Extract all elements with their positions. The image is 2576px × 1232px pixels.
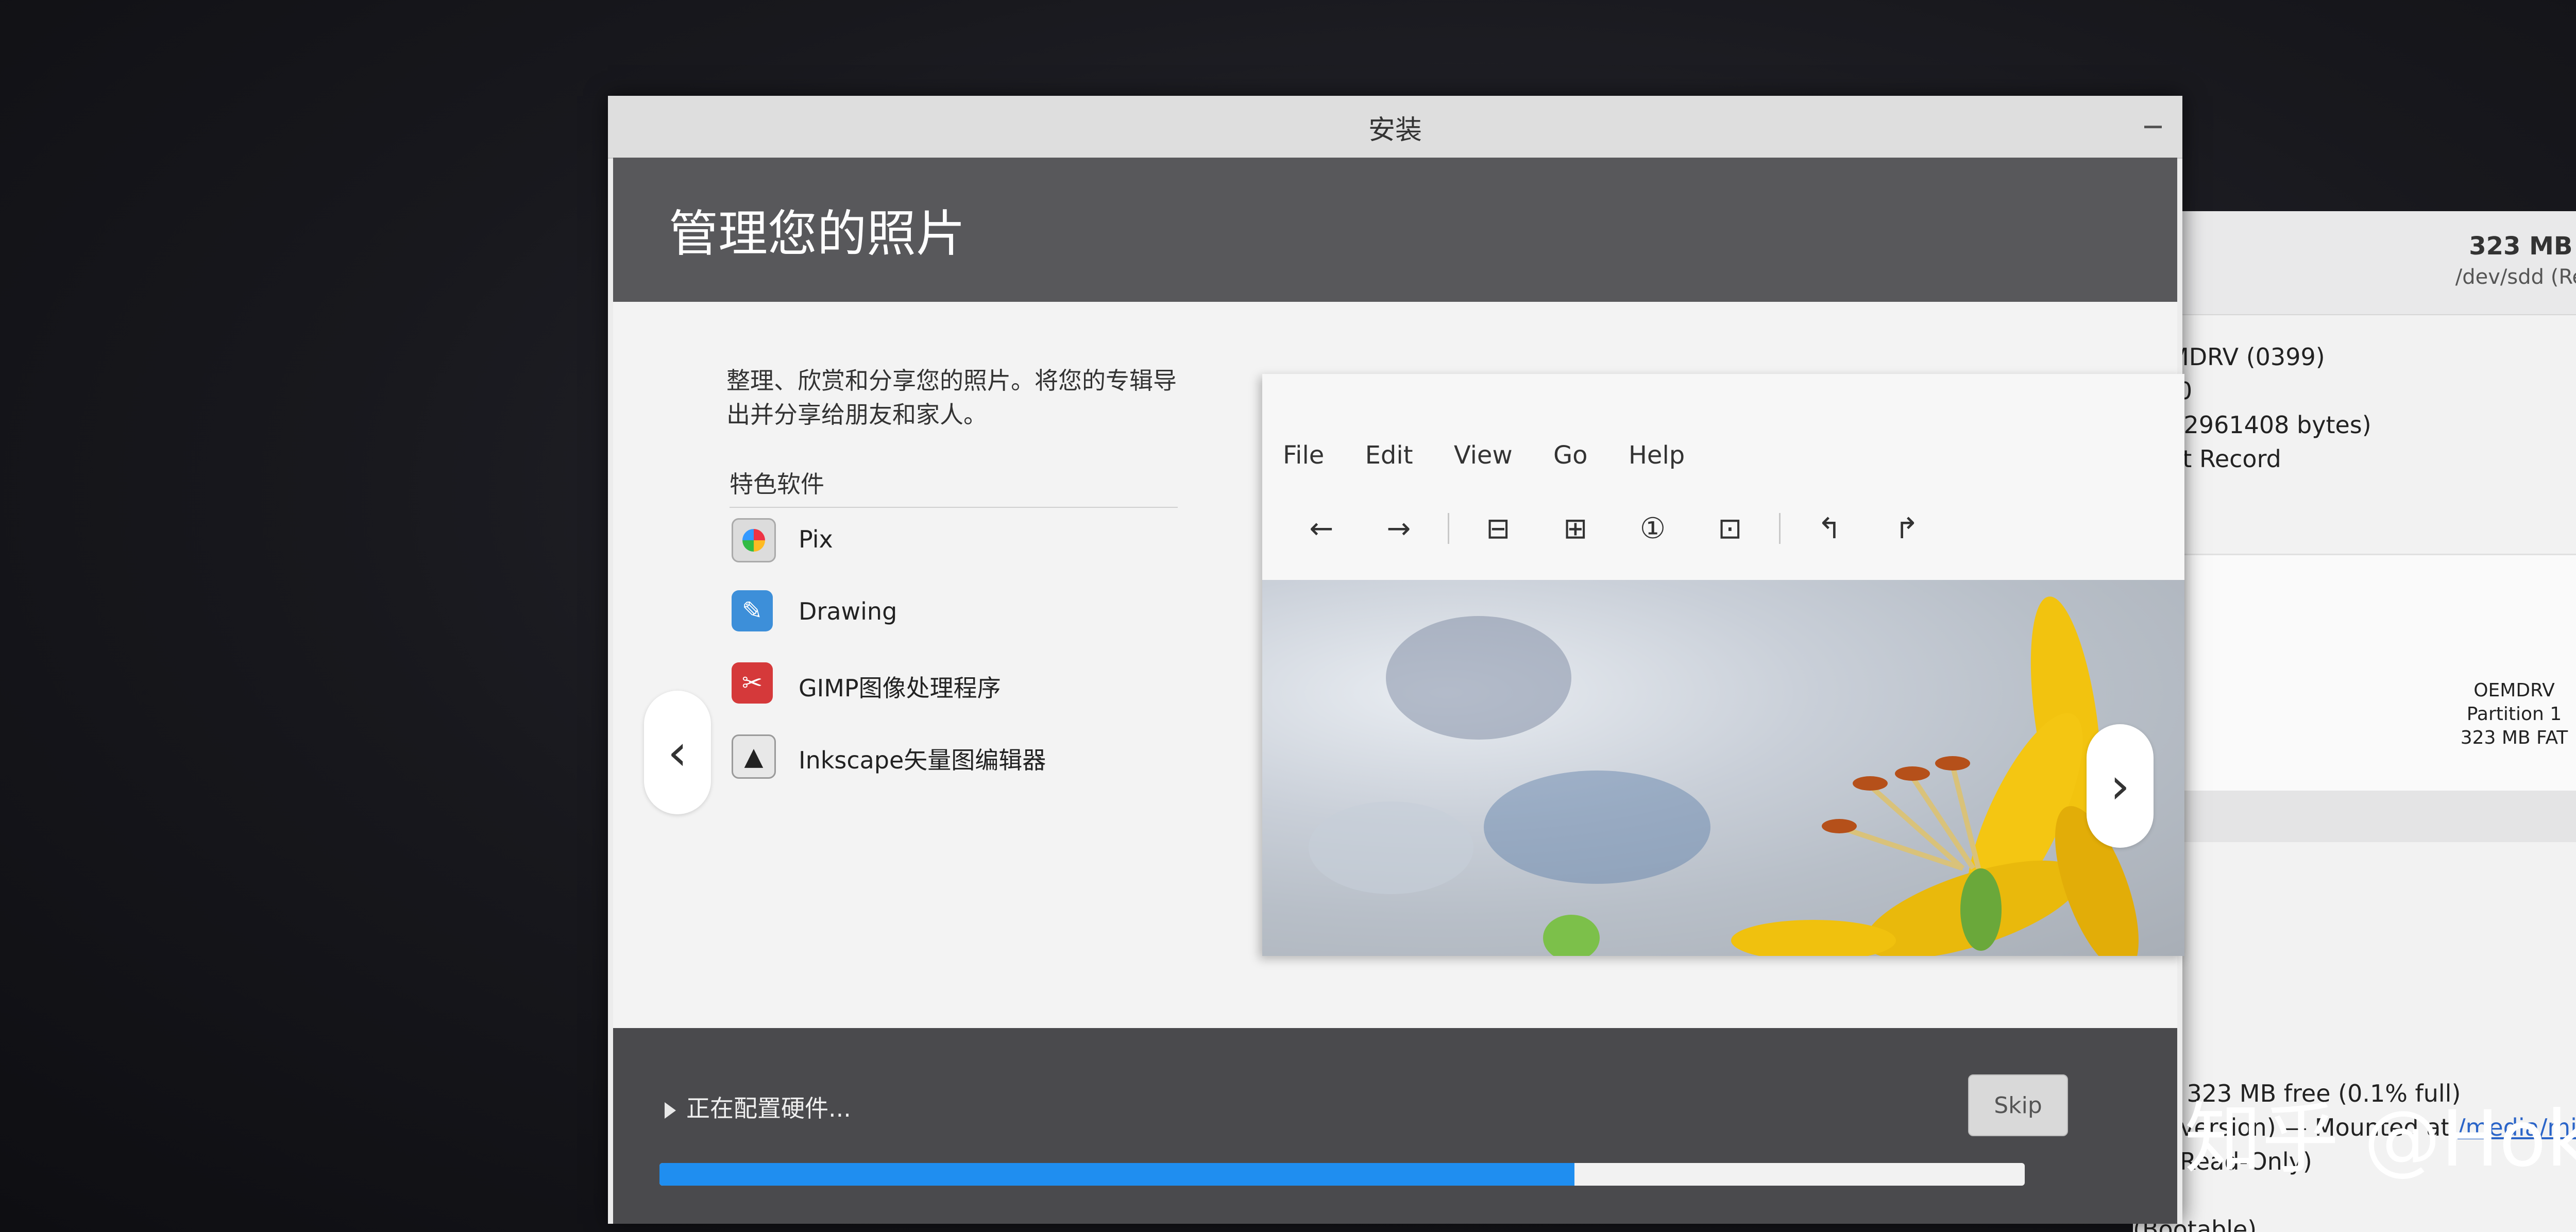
menu-help: Help <box>1628 441 1685 470</box>
partition-number: Partition 1 <box>2466 704 2562 725</box>
zoom-normal-icon: ① <box>1639 511 1666 545</box>
drive-info-line: 8-0 <box>2154 374 2371 408</box>
drive-title: 323 MB Drive <box>2469 232 2576 261</box>
slide-content: 整理、欣赏和分享您的照片。将您的专辑导出并分享给朋友和家人。 特色软件 Pix … <box>613 302 2184 1028</box>
app-label: GIMP图像处理程序 <box>799 674 1001 702</box>
progress-fill <box>659 1163 1574 1186</box>
partition-block[interactable]: OEMDRV Partition 1 323 MB FAT <box>2432 679 2576 750</box>
back-arrow-icon: ← <box>1309 511 1334 545</box>
toolbar-separator <box>1779 513 1781 544</box>
chevron-right-icon: › <box>2110 757 2130 815</box>
zoom-fit-icon: ⊡ <box>1718 511 1742 545</box>
expand-triangle-icon[interactable] <box>665 1102 676 1119</box>
toolbar-separator <box>1448 513 1449 544</box>
chevron-left-icon: ‹ <box>667 724 688 781</box>
slide-banner: 管理您的照片 <box>613 158 2177 302</box>
status-text: 正在配置硬件... <box>686 1094 851 1122</box>
drive-info: EMDRV (0399) 8-0 322961408 bytes) oot Re… <box>2154 340 2371 476</box>
app-label: Pix <box>799 525 833 553</box>
disks-header: 323 MB Drive /dev/sdd (Read-Only <box>2133 211 2576 315</box>
drive-info-line: oot Record <box>2154 445 2281 473</box>
pix-icon <box>732 518 776 562</box>
app-screenshot-preview: File Edit View Go Help ← → ⊟ ⊞ ① ⊡ ↰ ↱ <box>1262 374 2184 956</box>
lily-illustration <box>1309 596 2139 956</box>
volume-toolbar <box>2133 791 2576 842</box>
rotate-left-icon: ↰ <box>1817 511 1842 545</box>
window-title: 安装 <box>1368 115 1422 146</box>
drawing-icon: ✎ <box>732 590 773 631</box>
preview-menubar: File Edit View Go Help <box>1283 441 1718 470</box>
app-label: Drawing <box>799 597 897 625</box>
forward-arrow-icon: → <box>1386 511 1411 545</box>
menu-go: Go <box>1553 441 1588 470</box>
partition-size: 323 MB FAT <box>2460 727 2568 748</box>
preview-toolbar: ← → ⊟ ⊞ ① ⊡ ↰ ↱ <box>1283 508 1945 549</box>
gimp-icon: ✂ <box>732 662 773 704</box>
featured-software-label: 特色软件 <box>730 466 1178 508</box>
slide-description: 整理、欣赏和分享您的照片。将您的专辑导出并分享给朋友和家人。 <box>726 367 1177 429</box>
volume-info-line: (Bootable) <box>2133 1216 2257 1232</box>
drive-subtitle: /dev/sdd (Read-Only <box>2455 265 2576 289</box>
skip-button[interactable]: Skip <box>1968 1074 2068 1136</box>
title-bar[interactable]: 安装 <box>608 96 2182 159</box>
installer-window: 安装 管理您的照片 整理、欣赏和分享您的照片。将您的专辑导出并分享给朋友和家人。… <box>608 96 2184 1224</box>
zoom-out-icon: ⊟ <box>1486 511 1511 545</box>
install-status[interactable]: 正在配置硬件... <box>665 1090 851 1124</box>
flower-photo <box>1262 580 2184 956</box>
menu-edit: Edit <box>1365 441 1413 470</box>
menu-file: File <box>1283 441 1325 470</box>
menu-view: View <box>1453 441 1513 470</box>
installer-footer: 正在配置硬件... Skip <box>613 1028 2177 1224</box>
watermark: 知乎 @Hok <box>2184 1094 2576 1184</box>
minimize-icon[interactable] <box>2144 126 2162 128</box>
inkscape-icon: ▲ <box>732 734 776 779</box>
rotate-right-icon: ↱ <box>1894 511 1919 545</box>
next-slide-button[interactable]: › <box>2087 724 2154 848</box>
install-progress-bar <box>659 1163 2025 1186</box>
slide-heading: 管理您的照片 <box>669 205 965 263</box>
drive-info-line: 322961408 bytes) <box>2154 411 2371 439</box>
previous-slide-button[interactable]: ‹ <box>644 691 711 814</box>
volume-map[interactable]: OEMDRV Partition 1 323 MB FAT <box>2133 554 2576 794</box>
drive-info-line: EMDRV (0399) <box>2154 343 2325 371</box>
app-label: Inkscape矢量图编辑器 <box>799 746 1046 774</box>
partition-name: OEMDRV <box>2473 680 2555 701</box>
zoom-in-icon: ⊞ <box>1563 511 1588 545</box>
